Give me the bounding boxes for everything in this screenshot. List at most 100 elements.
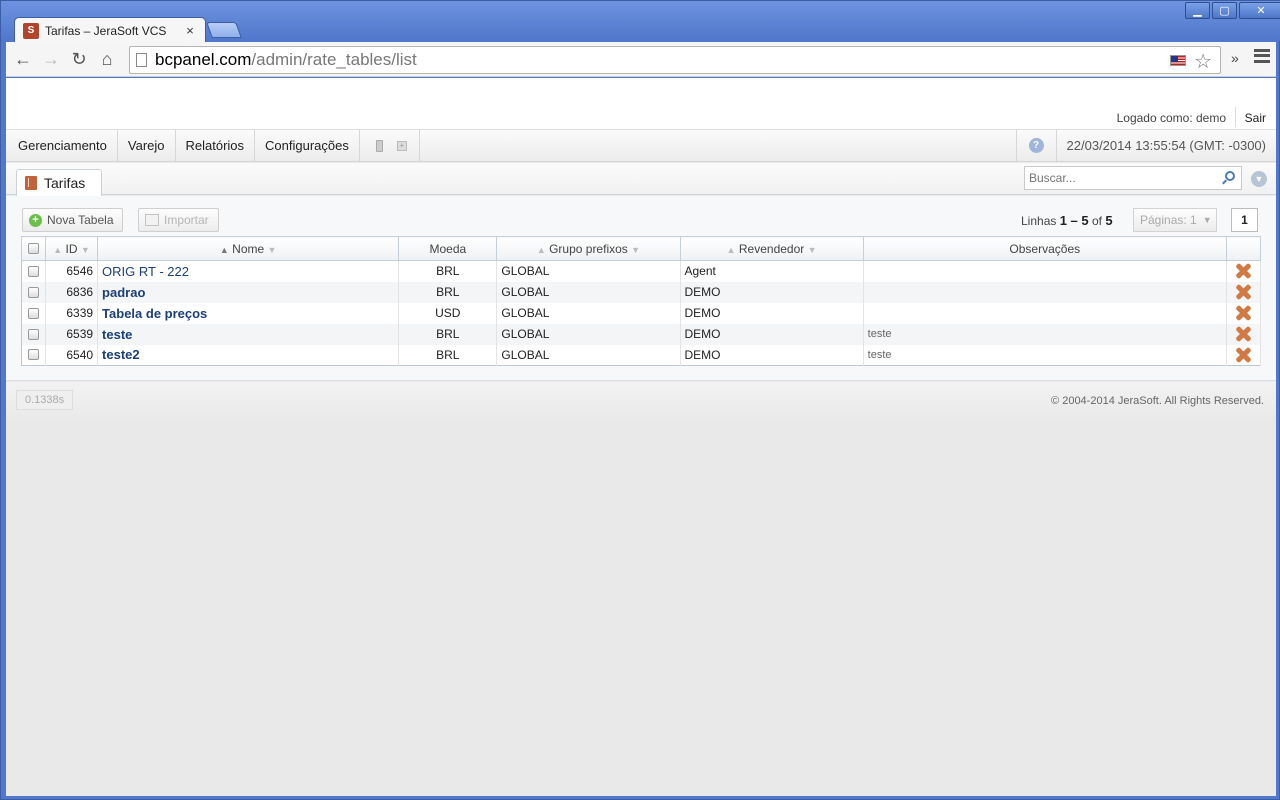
url-host: bcpanel.com [155, 50, 252, 69]
table-row: 6836 padrao BRL GLOBAL DEMO [21, 281, 1262, 303]
add-icon: + [29, 213, 42, 227]
menu-item-varejo[interactable]: Varejo [118, 130, 176, 161]
row-notes: teste [863, 344, 1227, 366]
delete-icon[interactable] [1235, 305, 1251, 321]
pages-select[interactable]: Páginas: 1 ▼ [1133, 208, 1217, 232]
row-currency: BRL [398, 344, 498, 366]
us-flag-icon[interactable] [1170, 55, 1186, 66]
book-icon [25, 176, 37, 190]
row-name-link[interactable]: teste2 [97, 344, 400, 366]
maximize-icon[interactable]: ▢ [1212, 2, 1237, 19]
row-checkbox[interactable] [28, 328, 39, 340]
reload-icon[interactable]: ↻ [65, 45, 93, 73]
menu-quick-icons: + [360, 130, 420, 161]
menu-item-relatorios[interactable]: Relatórios [176, 130, 256, 161]
browser-window: S Tarifas – JeraSoft VCS × ▁ ▢ ✕ ← → ↻ ⌂… [0, 0, 1280, 800]
search-icon[interactable] [1225, 171, 1235, 181]
title-bar: S Tarifas – JeraSoft VCS × ▁ ▢ ✕ [1, 1, 1280, 43]
column-header-observacoes: Observações [862, 236, 1227, 261]
row-prefix-group: GLOBAL [496, 323, 681, 345]
row-prefix-group: GLOBAL [496, 281, 681, 303]
phone-icon[interactable] [375, 139, 383, 152]
chevron-down-icon[interactable]: ▼ [1251, 171, 1267, 187]
row-name-link[interactable]: teste [97, 323, 400, 345]
close-window-icon[interactable]: ✕ [1239, 2, 1280, 19]
search-box [1024, 166, 1242, 190]
window-controls: ▁ ▢ ✕ [1183, 2, 1280, 19]
delete-icon[interactable] [1235, 284, 1251, 300]
add-box-icon[interactable]: + [396, 140, 407, 151]
forward-icon[interactable]: → [37, 45, 65, 73]
import-label: Importar [164, 213, 209, 227]
chevron-down-icon: ▼ [1202, 215, 1212, 225]
jerasoft-logo-icon: S [23, 22, 39, 39]
row-currency: BRL [398, 323, 498, 345]
new-table-label: Nova Tabela [47, 213, 114, 227]
help-cell: ? [1015, 130, 1056, 161]
row-prefix-group: GLOBAL [496, 260, 681, 282]
row-checkbox[interactable] [28, 349, 39, 361]
menu-item-configuracoes[interactable]: Configurações [255, 130, 360, 161]
row-currency: BRL [398, 260, 498, 282]
import-button[interactable]: Importar [138, 208, 219, 232]
page-content: Logado como: demo Sair Gerenciamento Var… [6, 78, 1276, 796]
page-number-button[interactable]: 1 [1231, 208, 1258, 232]
row-name-link[interactable]: padrao [97, 281, 400, 303]
login-info: Logado como: demo [1116, 111, 1226, 125]
row-id: 6546 [45, 260, 99, 282]
logout-link[interactable]: Sair [1245, 111, 1266, 125]
bookmark-star-icon[interactable]: ☆ [1194, 49, 1212, 74]
row-name-link[interactable]: Tabela de preços [97, 302, 400, 324]
row-reseller: Agent [680, 260, 864, 282]
row-reseller: DEMO [680, 344, 864, 366]
row-notes [863, 302, 1227, 324]
row-checkbox[interactable] [28, 265, 39, 277]
row-notes [863, 281, 1227, 303]
home-icon[interactable]: ⌂ [93, 45, 121, 73]
extensions-chevron-icon[interactable]: » [1231, 50, 1239, 66]
search-input[interactable] [1029, 171, 1219, 185]
row-checkbox[interactable] [28, 307, 39, 319]
copyright: © 2004-2014 JeraSoft. All Rights Reserve… [1051, 395, 1264, 407]
table-row: 6546 ORIG RT - 222 BRL GLOBAL Agent [21, 260, 1262, 282]
import-icon [145, 214, 159, 226]
delete-icon[interactable] [1235, 326, 1251, 342]
delete-icon[interactable] [1235, 263, 1251, 279]
column-header-id[interactable]: ▲ ID ▼ [45, 236, 99, 261]
row-reseller: DEMO [680, 323, 864, 345]
tab-label: Tarifas [44, 175, 86, 191]
row-id: 6539 [45, 323, 99, 345]
row-checkbox[interactable] [28, 286, 39, 298]
table-row: 6339 Tabela de preços USD GLOBAL DEMO [21, 302, 1262, 324]
chrome-menu-icon[interactable] [1254, 48, 1270, 64]
page-tab-bar: Tarifas ▼ [6, 163, 1276, 196]
menu-right: ? 22/03/2014 13:55:54 (GMT: -0300) [1015, 130, 1276, 161]
page-icon [136, 53, 147, 67]
column-header-grupo-prefixos[interactable]: ▲ Grupo prefixos ▼ [496, 236, 681, 261]
column-header-revendedor[interactable]: ▲ Revendedor ▼ [679, 236, 864, 261]
list-panel: + Nova Tabela Importar Linhas 1 – 5 of 5… [6, 196, 1276, 381]
server-datetime: 22/03/2014 13:55:54 (GMT: -0300) [1055, 130, 1276, 161]
table-row: 6539 teste BRL GLOBAL DEMO teste [21, 323, 1262, 345]
help-icon[interactable]: ? [1028, 138, 1044, 153]
row-reseller: DEMO [680, 281, 864, 303]
row-name-link[interactable]: ORIG RT - 222 [97, 260, 400, 282]
row-prefix-group: GLOBAL [496, 344, 681, 366]
address-bar[interactable]: bcpanel.com/admin/rate_tables/list ☆ [129, 46, 1221, 74]
delete-icon[interactable] [1235, 347, 1251, 363]
row-id: 6836 [45, 281, 99, 303]
select-all-header[interactable] [20, 236, 47, 261]
new-table-button[interactable]: + Nova Tabela [22, 208, 123, 232]
row-prefix-group: GLOBAL [496, 302, 681, 324]
browser-tab[interactable]: S Tarifas – JeraSoft VCS × [14, 17, 206, 43]
select-all-checkbox[interactable] [28, 243, 39, 254]
minimize-icon[interactable]: ▁ [1185, 2, 1210, 19]
column-header-nome[interactable]: ▲ Nome ▼ [97, 236, 400, 261]
new-tab-button[interactable] [206, 22, 242, 38]
back-icon[interactable]: ← [9, 45, 37, 73]
divider [1235, 107, 1236, 127]
menu-item-gerenciamento[interactable]: Gerenciamento [6, 130, 118, 161]
tab-close-icon[interactable]: × [183, 23, 197, 38]
row-notes [863, 260, 1227, 282]
tab-tarifas[interactable]: Tarifas [16, 169, 102, 196]
